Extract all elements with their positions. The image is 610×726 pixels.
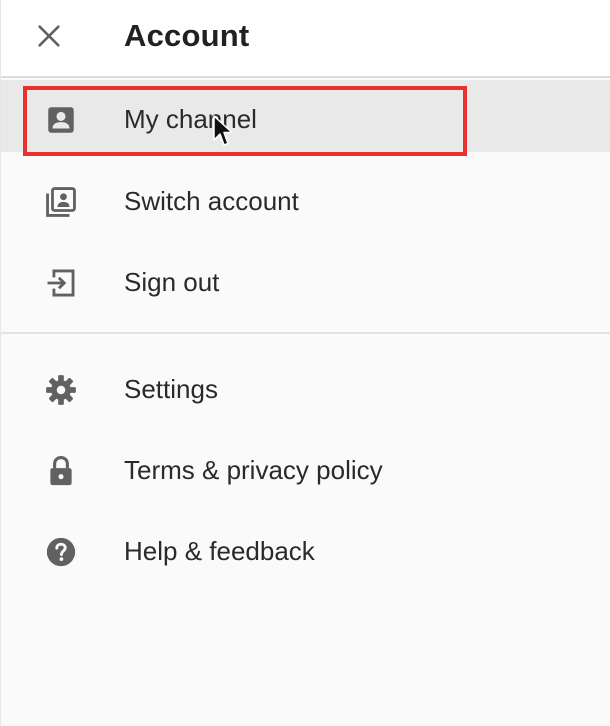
menu-item-label: Settings — [124, 374, 218, 404]
menu-item-sign-out[interactable]: Sign out — [1, 243, 610, 315]
lock-icon — [41, 451, 81, 491]
switch-account-icon — [41, 182, 81, 222]
header: Account — [1, 0, 610, 78]
menu-item-settings[interactable]: Settings — [1, 350, 610, 422]
menu-item-terms-privacy[interactable]: Terms & privacy policy — [1, 431, 610, 503]
menu-item-label: My channel — [124, 104, 257, 134]
menu-item-label: Help & feedback — [124, 536, 315, 566]
account-box-icon — [41, 100, 81, 140]
page-title: Account — [124, 18, 250, 53]
menu-item-help-feedback[interactable]: Help & feedback — [1, 512, 610, 584]
close-button[interactable] — [29, 16, 69, 56]
account-drawer: Account My channel Switch account Sign o… — [0, 0, 610, 726]
menu-item-switch-account[interactable]: Switch account — [1, 162, 610, 234]
gear-icon — [41, 370, 81, 410]
menu-item-label: Switch account — [124, 186, 299, 216]
sign-out-icon — [41, 263, 81, 303]
section-divider — [1, 332, 610, 334]
help-icon — [41, 532, 81, 572]
close-icon — [35, 22, 63, 50]
menu-item-my-channel[interactable]: My channel — [1, 80, 610, 152]
menu-item-label: Sign out — [124, 267, 220, 297]
menu-item-label: Terms & privacy policy — [124, 455, 383, 485]
